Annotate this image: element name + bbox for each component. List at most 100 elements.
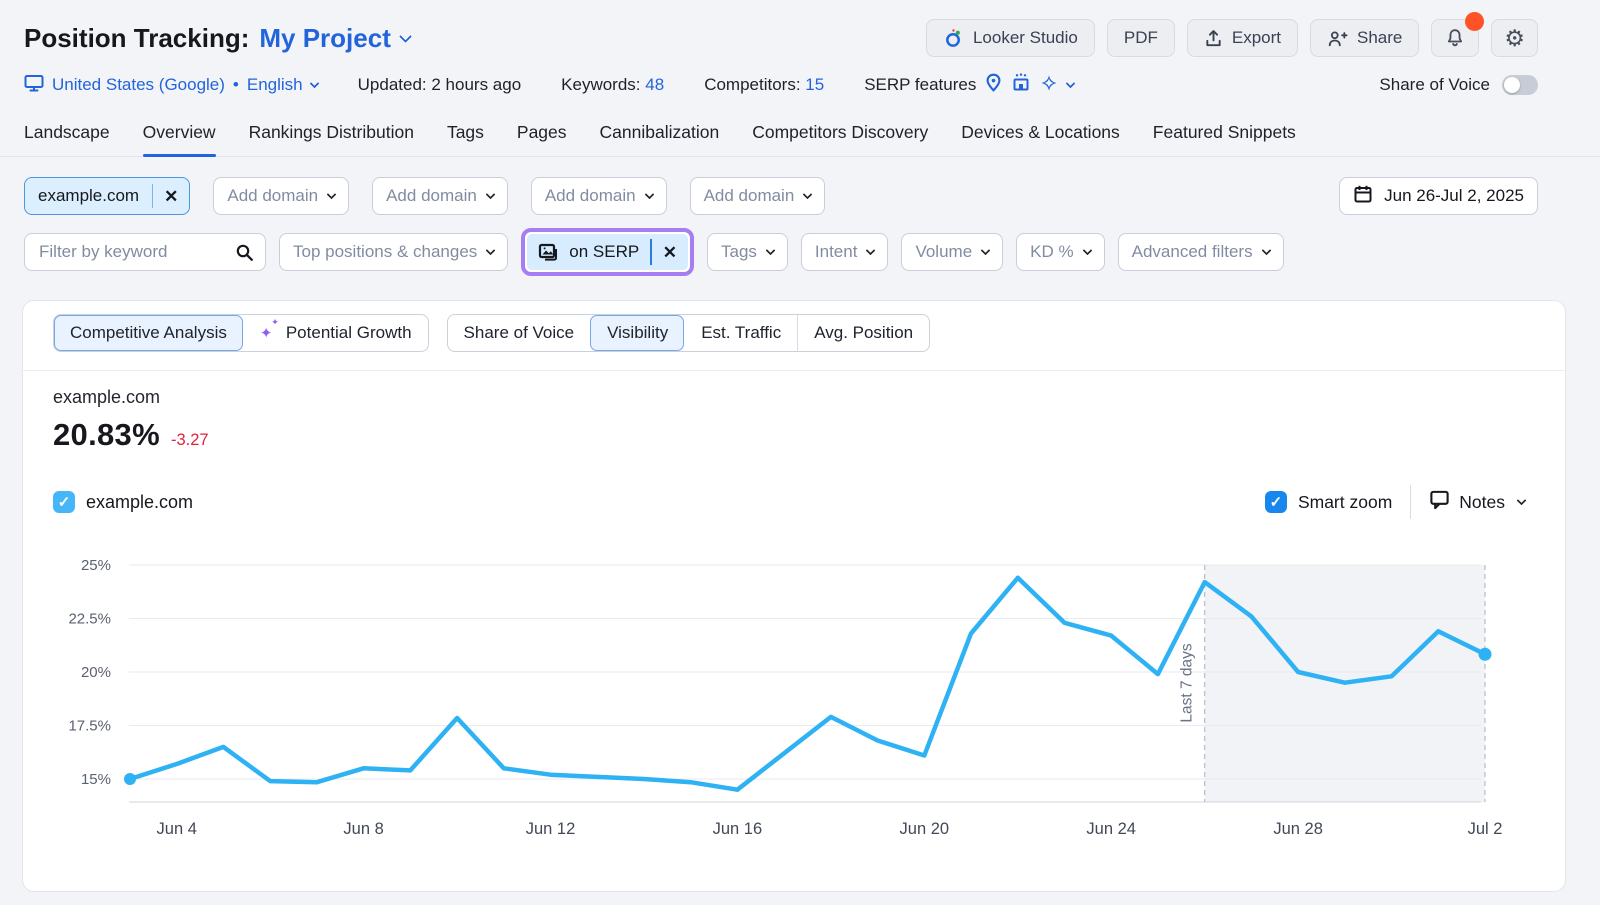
svg-text:Jun 4: Jun 4 — [157, 820, 197, 838]
svg-text:15%: 15% — [81, 771, 111, 788]
legend-domain-item: ✓ example.com — [53, 491, 193, 513]
chevron-down-icon[interactable] — [399, 30, 412, 43]
svg-text:17.5%: 17.5% — [68, 718, 111, 735]
tab-est-traffic[interactable]: Est. Traffic — [684, 315, 797, 351]
visibility-card: 15%17.5%20%22.5%25%Last 7 daysJun 4Jun 8… — [22, 300, 1566, 892]
project-selector[interactable]: My Project — [259, 23, 391, 54]
domain-chip[interactable]: example.com ✕ — [24, 177, 190, 215]
bell-icon — [1444, 27, 1466, 49]
keywords-value[interactable]: 48 — [645, 75, 664, 94]
gear-icon: ⚙ — [1504, 27, 1525, 50]
add-domain-dropdown-4[interactable]: Add domain — [690, 177, 826, 215]
export-button[interactable]: Export — [1187, 19, 1298, 57]
serp-features-label: SERP features — [864, 75, 976, 95]
metric-tabs: Share of Voice Visibility Est. Traffic A… — [447, 314, 931, 352]
metric-domain-label: example.com — [53, 387, 209, 408]
visibility-metric: example.com 20.83% -3.27 — [53, 387, 209, 453]
svg-text:25%: 25% — [81, 557, 111, 574]
export-icon — [1204, 29, 1223, 48]
chevron-down-icon — [486, 245, 496, 255]
pdf-button[interactable]: PDF — [1107, 19, 1175, 57]
location-language-selector[interactable]: United States (Google) • English — [24, 74, 318, 97]
location-pin-icon — [984, 73, 1003, 97]
tab-pages[interactable]: Pages — [517, 122, 567, 156]
notifications-button[interactable] — [1431, 19, 1479, 57]
tags-dropdown[interactable]: Tags — [707, 233, 788, 271]
date-range-picker[interactable]: Jun 26-Jul 2, 2025 — [1339, 177, 1538, 215]
chevron-down-icon — [1517, 495, 1527, 505]
domain-chip-label: example.com — [25, 186, 152, 206]
sparkle-icon: ✦✦ — [260, 324, 278, 342]
tab-devices-locations[interactable]: Devices & Locations — [961, 122, 1120, 156]
competitors-value[interactable]: 15 — [805, 75, 824, 94]
svg-text:Last 7 days: Last 7 days — [1179, 643, 1196, 723]
chart-controls: ✓ Smart zoom Notes — [1265, 485, 1525, 519]
competitive-analysis-button[interactable]: Competitive Analysis — [54, 315, 243, 351]
advanced-filters-dropdown[interactable]: Advanced filters — [1118, 233, 1284, 271]
tab-avg-position[interactable]: Avg. Position — [797, 315, 929, 351]
tab-competitors-discovery[interactable]: Competitors Discovery — [752, 122, 928, 156]
top-positions-dropdown[interactable]: Top positions & changes — [279, 233, 508, 271]
search-icon[interactable] — [223, 234, 265, 270]
share-user-icon — [1327, 29, 1348, 48]
ai-overview-icon — [1039, 73, 1059, 98]
share-button[interactable]: Share — [1310, 19, 1419, 57]
language-label: English — [247, 75, 303, 95]
domain-visibility-checkbox[interactable]: ✓ — [53, 491, 75, 513]
chevron-down-icon — [1066, 78, 1076, 88]
kd-dropdown[interactable]: KD % — [1016, 233, 1104, 271]
keyword-filter-row: Top positions & changes on SERP ✕ Tags I… — [24, 228, 1538, 276]
tab-overview[interactable]: Overview — [143, 122, 216, 156]
keyword-filter-input[interactable] — [25, 242, 223, 262]
share-of-voice-toggle[interactable] — [1502, 75, 1538, 95]
local-pack-icon — [1011, 73, 1031, 97]
domains-filter-row: example.com ✕ Add domain Add domain Add … — [24, 177, 1538, 215]
tab-landscape[interactable]: Landscape — [24, 122, 110, 156]
date-range-label: Jun 26-Jul 2, 2025 — [1384, 186, 1524, 206]
smart-zoom-checkbox[interactable]: ✓ — [1265, 491, 1287, 513]
svg-text:22.5%: 22.5% — [68, 611, 111, 628]
tab-rankings-distribution[interactable]: Rankings Distribution — [249, 122, 414, 156]
on-serp-filter-chip[interactable]: on SERP ✕ — [527, 234, 688, 270]
visibility-value: 20.83% — [53, 417, 160, 453]
add-domain-dropdown-2[interactable]: Add domain — [372, 177, 508, 215]
bullet-separator: • — [233, 75, 239, 95]
add-domain-dropdown-1[interactable]: Add domain — [213, 177, 349, 215]
monitor-icon — [24, 74, 44, 97]
share-of-voice-label: Share of Voice — [1379, 75, 1490, 95]
remove-on-serp-filter-icon[interactable]: ✕ — [652, 244, 688, 261]
tab-cannibalization[interactable]: Cannibalization — [600, 122, 720, 156]
potential-growth-button[interactable]: ✦✦ Potential Growth — [243, 315, 428, 351]
project-meta-row: United States (Google) • English Updated… — [24, 70, 1538, 100]
chevron-down-icon — [644, 189, 654, 199]
notes-dropdown[interactable]: Notes — [1429, 489, 1525, 515]
tab-tags[interactable]: Tags — [447, 122, 484, 156]
svg-text:Jun 20: Jun 20 — [900, 820, 950, 838]
card-tab-bar: Competitive Analysis ✦✦ Potential Growth… — [53, 314, 930, 352]
divider — [23, 370, 1565, 371]
notes-label: Notes — [1459, 492, 1505, 513]
svg-text:Jun 12: Jun 12 — [526, 820, 576, 838]
visibility-delta: -3.27 — [171, 431, 209, 450]
serp-features-selector[interactable]: SERP features — [864, 73, 1074, 98]
volume-dropdown[interactable]: Volume — [901, 233, 1003, 271]
analysis-mode-toggle: Competitive Analysis ✦✦ Potential Growth — [53, 314, 429, 352]
legend-domain-label: example.com — [86, 492, 193, 513]
add-domain-dropdown-3[interactable]: Add domain — [531, 177, 667, 215]
tab-visibility[interactable]: Visibility — [590, 315, 684, 351]
page-title-text: Position Tracking: — [24, 23, 249, 54]
intent-dropdown[interactable]: Intent — [801, 233, 889, 271]
on-serp-highlight-annotation: on SERP ✕ — [521, 228, 694, 276]
remove-domain-icon[interactable]: ✕ — [153, 188, 189, 205]
visibility-line-chart[interactable]: 15%17.5%20%22.5%25%Last 7 daysJun 4Jun 8… — [23, 301, 1567, 891]
note-bubble-icon — [1429, 489, 1450, 515]
smart-zoom-label: Smart zoom — [1298, 492, 1392, 513]
svg-text:Jun 16: Jun 16 — [713, 820, 763, 838]
looker-studio-button[interactable]: Looker Studio — [926, 19, 1095, 57]
tab-featured-snippets[interactable]: Featured Snippets — [1153, 122, 1296, 156]
tab-share-of-voice[interactable]: Share of Voice — [448, 315, 591, 351]
chevron-down-icon — [327, 189, 337, 199]
settings-button[interactable]: ⚙ — [1491, 19, 1538, 57]
svg-text:Jun 24: Jun 24 — [1086, 820, 1136, 838]
chart-legend-row: ✓ example.com ✓ Smart zoom Notes — [53, 485, 1525, 519]
